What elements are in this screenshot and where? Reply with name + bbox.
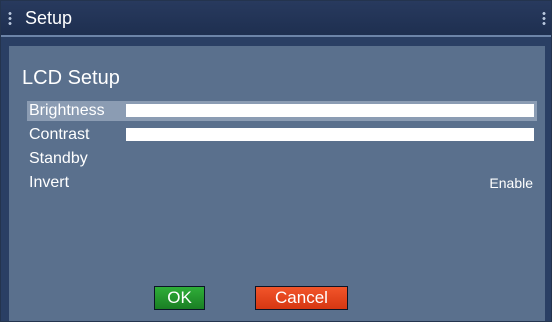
page-title: LCD Setup [22,67,120,89]
cancel-button[interactable]: Cancel [255,286,348,310]
grip-dots-icon [7,11,13,25]
contrast-slider[interactable] [126,128,534,141]
menu-item-label: Standby [29,150,88,167]
menu-item-contrast[interactable]: Contrast [27,125,537,145]
menu-item-label: Brightness [29,102,105,119]
menu-item-invert[interactable]: Invert Enable [27,173,537,193]
window-title: Setup [25,8,73,28]
menu-item-standby[interactable]: Standby [27,149,537,169]
menu-item-label: Invert [29,174,70,191]
grip-dots-icon [541,11,547,25]
setup-window: Setup LCD Setup Brightness Contrast Stan… [0,0,552,322]
title-bar: Setup [1,1,551,37]
ok-button[interactable]: OK [154,286,205,310]
invert-value: Enable [489,175,533,191]
brightness-slider[interactable] [126,104,534,117]
menu-item-brightness[interactable]: Brightness [27,101,537,121]
menu-item-label: Contrast [29,126,90,143]
